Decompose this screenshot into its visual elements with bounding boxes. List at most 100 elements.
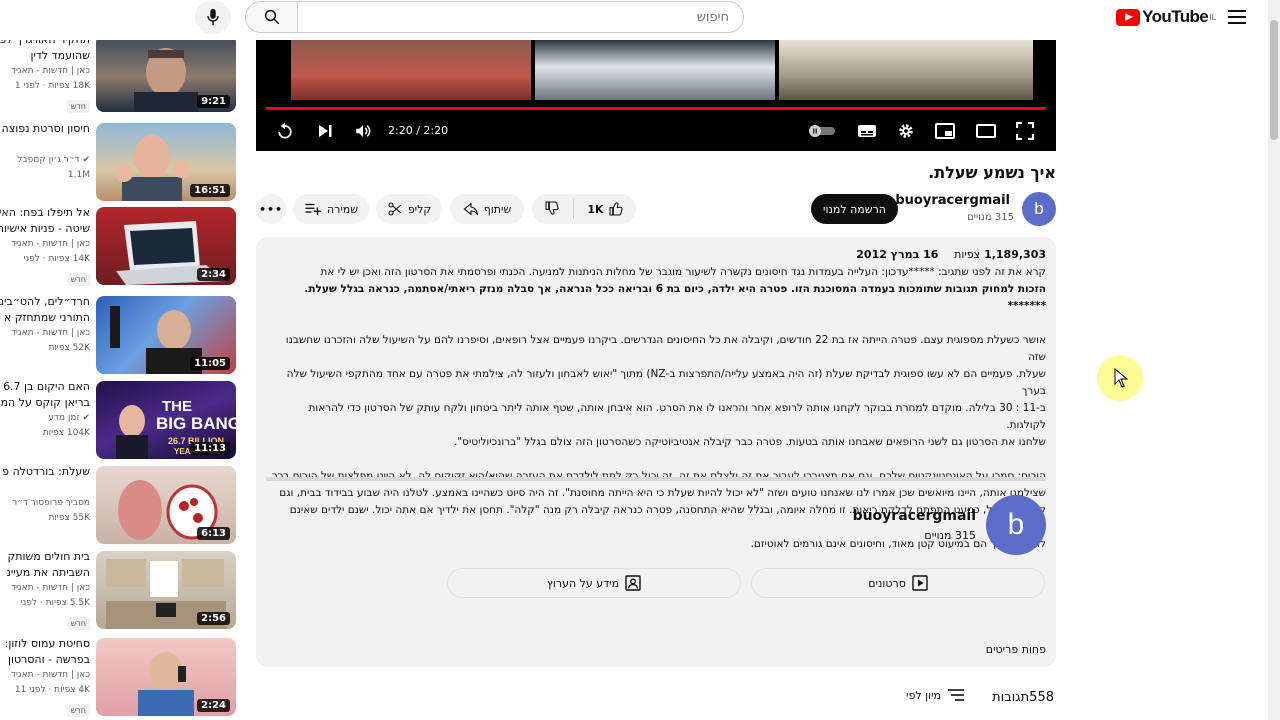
- page-scrollbar[interactable]: [1268, 0, 1280, 720]
- comments-label: תגובות: [992, 690, 1030, 705]
- video-meta: אל תיפלו בפח: האי שיטה - פניות אישיות כא…: [0, 205, 90, 286]
- microphone-icon: [207, 8, 219, 26]
- show-less-button[interactable]: פחות פריטים: [986, 643, 1046, 656]
- channel-name[interactable]: כאן | חדשות - תאגיד: [0, 326, 90, 341]
- settings-button[interactable]: [895, 120, 917, 142]
- recommendation-item[interactable]: 11:05 חרד״לים, להט״בים התורני שמתחזק א כ…: [0, 294, 240, 376]
- video-meta: האם היקום בן 6.7 בריאן קוקס על המ ✔ זמן …: [0, 379, 90, 441]
- recommendation-item[interactable]: 6:13 שעלת: בורדטלה פ מסביר פרופסור ד״ר 5…: [0, 464, 240, 546]
- video-title[interactable]: תחקיר האוויגרך לפוטין שהועמד לדין: [0, 40, 90, 64]
- video-thumbnail[interactable]: THE BIG BANG 26.7 BILLION YEARS AGO? 11:…: [96, 381, 236, 459]
- subtitles-button[interactable]: [856, 120, 878, 142]
- theater-mode-icon: [976, 124, 996, 138]
- save-label: שמירה: [326, 202, 359, 216]
- video-thumbnail[interactable]: 16:51: [96, 123, 236, 201]
- sort-comments-button[interactable]: מיון לפי: [906, 688, 965, 702]
- video-thumbnail[interactable]: 2:24: [96, 638, 236, 716]
- autoplay-toggle-icon: [809, 125, 835, 137]
- progress-bar[interactable]: [266, 107, 1046, 110]
- video-frame-segment: [291, 40, 531, 100]
- videos-label: סרטונים: [868, 576, 906, 590]
- recommendation-item[interactable]: 2:24 סחיטת עמוס לוזון: בפרשה - והסרטון כ…: [0, 636, 240, 718]
- video-player[interactable]: 2:20 / 2:20: [256, 40, 1056, 151]
- channel-name[interactable]: מסביר פרופסור ד״ר: [0, 496, 90, 511]
- recommendation-item[interactable]: THE BIG BANG 26.7 BILLION YEARS AGO? 11:…: [0, 379, 240, 461]
- channel-name[interactable]: כאן | חדשות - תאגיד: [0, 668, 90, 683]
- logo-country: IL: [1209, 12, 1216, 22]
- upload-date: 16 במרץ 2012: [856, 248, 939, 261]
- view-count: 5.5K צפיות · לפני: [20, 598, 90, 608]
- subscribe-button[interactable]: הרשמה למנוי: [811, 194, 898, 224]
- description-line: שעלת. פעמיים הם לא עשו ספוגית לבדיקת שעל…: [286, 368, 1046, 397]
- like-dislike-group: 1K: [532, 194, 636, 224]
- channel-name[interactable]: כאן | חדשות - תאגיד: [0, 581, 90, 596]
- description-line: שצילמנו אותה, היינו מיואשים שכן אמרו לנו…: [279, 487, 1046, 499]
- more-actions-button[interactable]: •••: [256, 194, 286, 224]
- video-thumbnail[interactable]: 2:34: [96, 207, 236, 285]
- replay-button[interactable]: [274, 120, 296, 142]
- share-button[interactable]: שיתוף: [450, 194, 524, 224]
- scrollbar-thumb[interactable]: [1270, 20, 1278, 140]
- search-input[interactable]: [298, 2, 743, 32]
- video-thumbnail[interactable]: 9:21: [96, 40, 236, 112]
- video-thumbnail[interactable]: 6:13: [96, 466, 236, 544]
- theater-mode-button[interactable]: [975, 120, 997, 142]
- about-channel-button[interactable]: מידע על הערוץ: [447, 568, 741, 598]
- description-line: שלחנו את הסרטון גם לשני הרופאים שאבחנו א…: [453, 436, 1046, 448]
- view-count: 4K צפיות · לפני 11: [14, 685, 90, 695]
- video-title[interactable]: סחיטת עמוס לוזון: בפרשה - והסרטון: [0, 636, 90, 668]
- duration-badge: 6:13: [197, 527, 230, 540]
- video-title[interactable]: האם היקום בן 6.7 בריאן קוקס על המ: [0, 379, 90, 411]
- recommendation-item[interactable]: 9:21 תחקיר האוויגרך לפוטין שהועמד לדין כ…: [0, 40, 240, 114]
- recommendation-item[interactable]: 2:34 אל תיפלו בפח: האי שיטה - פניות אישי…: [0, 205, 240, 287]
- dislike-button[interactable]: [544, 200, 560, 219]
- video-title[interactable]: שעלת: בורדטלה פ: [0, 464, 90, 496]
- video-title[interactable]: חרד״לים, להט״בים התורני שמתחזק א: [0, 294, 90, 326]
- channel-avatar-large[interactable]: b: [986, 495, 1046, 555]
- new-badge: חדש: [66, 273, 90, 286]
- video-thumbnail[interactable]: 2:56: [96, 551, 236, 629]
- volume-icon: [356, 125, 371, 137]
- video-thumbnail[interactable]: 11:05: [96, 296, 236, 374]
- description-line: ב-11 : 30 בלילה. מוקדם למחרת בבוקר לקחנו…: [308, 402, 1046, 431]
- view-count: 104K צפיות: [42, 428, 90, 438]
- channel-name[interactable]: ✔ ד״ר ג׳ון קמפבל: [0, 153, 90, 168]
- youtube-logo[interactable]: YouTube IL: [1116, 7, 1216, 27]
- view-count: 1.1M: [67, 170, 90, 180]
- voice-search-button[interactable]: [195, 0, 231, 34]
- hamburger-menu-icon[interactable]: [1228, 10, 1246, 24]
- like-button[interactable]: 1K: [587, 201, 623, 217]
- mute-button[interactable]: [352, 120, 374, 142]
- duration-badge: 2:34: [197, 268, 230, 281]
- miniplayer-button[interactable]: [934, 120, 956, 142]
- save-button[interactable]: שמירה: [293, 194, 369, 224]
- channel-name[interactable]: ✔ זמן מדע: [0, 411, 90, 426]
- search-icon: [264, 9, 279, 25]
- channel-name[interactable]: כאן | חדשות - תאגיד: [0, 64, 90, 79]
- next-button[interactable]: [314, 120, 336, 142]
- fullscreen-icon: [1016, 122, 1034, 140]
- video-meta: בית חולים משותק השביתה את מעיינ כאן | חד…: [0, 549, 90, 630]
- fullscreen-button[interactable]: [1014, 120, 1036, 142]
- duration-badge: 11:05: [190, 357, 230, 370]
- channel-label: ד״ר ג׳ון קמפבל: [17, 155, 80, 165]
- recommendation-item[interactable]: 2:56 בית חולים משותק השביתה את מעיינ כאן…: [0, 549, 240, 631]
- channel-name[interactable]: כאן | חדשות - תאגיד: [0, 237, 90, 252]
- autoplay-toggle[interactable]: [808, 120, 836, 142]
- duration-badge: 2:56: [197, 612, 230, 625]
- video-title[interactable]: חיסון וסרטת נפוצה: [0, 121, 90, 153]
- video-title[interactable]: אל תיפלו בפח: האי שיטה - פניות אישיות: [0, 205, 90, 237]
- video-title[interactable]: בית חולים משותק השביתה את מעיינ: [0, 549, 90, 581]
- search-button[interactable]: [246, 2, 298, 32]
- video-meta: סחיטת עמוס לוזון: בפרשה - והסרטון כאן | …: [0, 636, 90, 717]
- channel-name-link[interactable]: buoyracergmail: [895, 193, 1010, 208]
- youtube-watch-page: YouTube IL 9:21 תחקיר האוויגרך לפוטין שה…: [0, 0, 1268, 720]
- clip-button[interactable]: קליפ: [376, 194, 442, 224]
- comments-header: 558 תגובות: [992, 690, 1054, 705]
- channel-videos-button[interactable]: סרטונים: [751, 568, 1045, 598]
- channel-avatar[interactable]: b: [1022, 192, 1056, 226]
- person-box-icon: [625, 575, 641, 591]
- channel-card-name[interactable]: buoyracergmail: [853, 508, 976, 524]
- clip-label: קליפ: [407, 202, 432, 216]
- recommendation-item[interactable]: 16:51 חיסון וסרטת נפוצה ✔ ד״ר ג׳ון קמפבל…: [0, 121, 240, 203]
